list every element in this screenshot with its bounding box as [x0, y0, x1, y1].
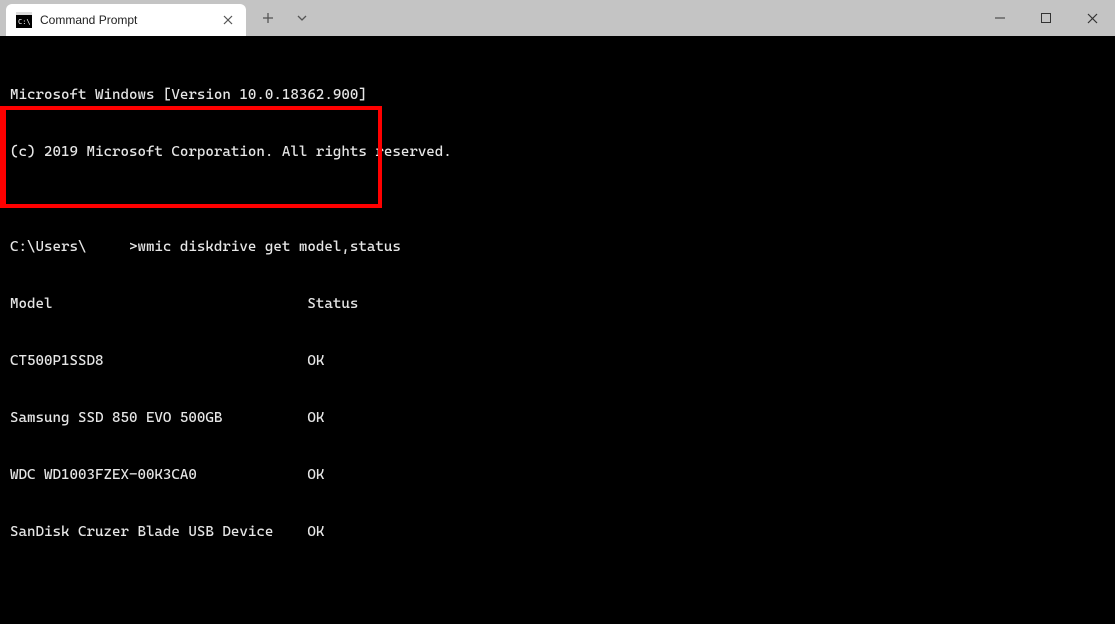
close-window-button[interactable]	[1069, 0, 1115, 36]
copyright-line: (c) 2019 Microsoft Corporation. All righ…	[10, 143, 1105, 162]
terminal-area[interactable]: Microsoft Windows [Version 10.0.18362.90…	[0, 36, 1115, 624]
tab-actions	[252, 0, 318, 36]
maximize-button[interactable]	[1023, 0, 1069, 36]
titlebar: C:\ Command Prompt	[0, 0, 1115, 36]
tab-title: Command Prompt	[40, 13, 210, 27]
new-tab-button[interactable]	[252, 0, 284, 36]
minimize-button[interactable]	[977, 0, 1023, 36]
tab-command-prompt[interactable]: C:\ Command Prompt	[6, 4, 246, 36]
svg-text:C:\: C:\	[18, 18, 31, 26]
window-controls	[977, 0, 1115, 36]
output-row: WDC WD1003FZEX-00K3CA0 OK	[10, 466, 1105, 485]
tab-dropdown-button[interactable]	[286, 0, 318, 36]
output-row: Samsung SSD 850 EVO 500GB OK	[10, 409, 1105, 428]
version-line: Microsoft Windows [Version 10.0.18362.90…	[10, 86, 1105, 105]
output-header: Model Status	[10, 295, 1105, 314]
command-prompt-line: C:\Users\ >wmic diskdrive get model,stat…	[10, 238, 1105, 257]
tab-close-button[interactable]	[218, 10, 238, 30]
cmd-icon: C:\	[16, 12, 32, 28]
output-row: SanDisk Cruzer Blade USB Device OK	[10, 523, 1105, 542]
output-row: CT500P1SSD8 OK	[10, 352, 1105, 371]
